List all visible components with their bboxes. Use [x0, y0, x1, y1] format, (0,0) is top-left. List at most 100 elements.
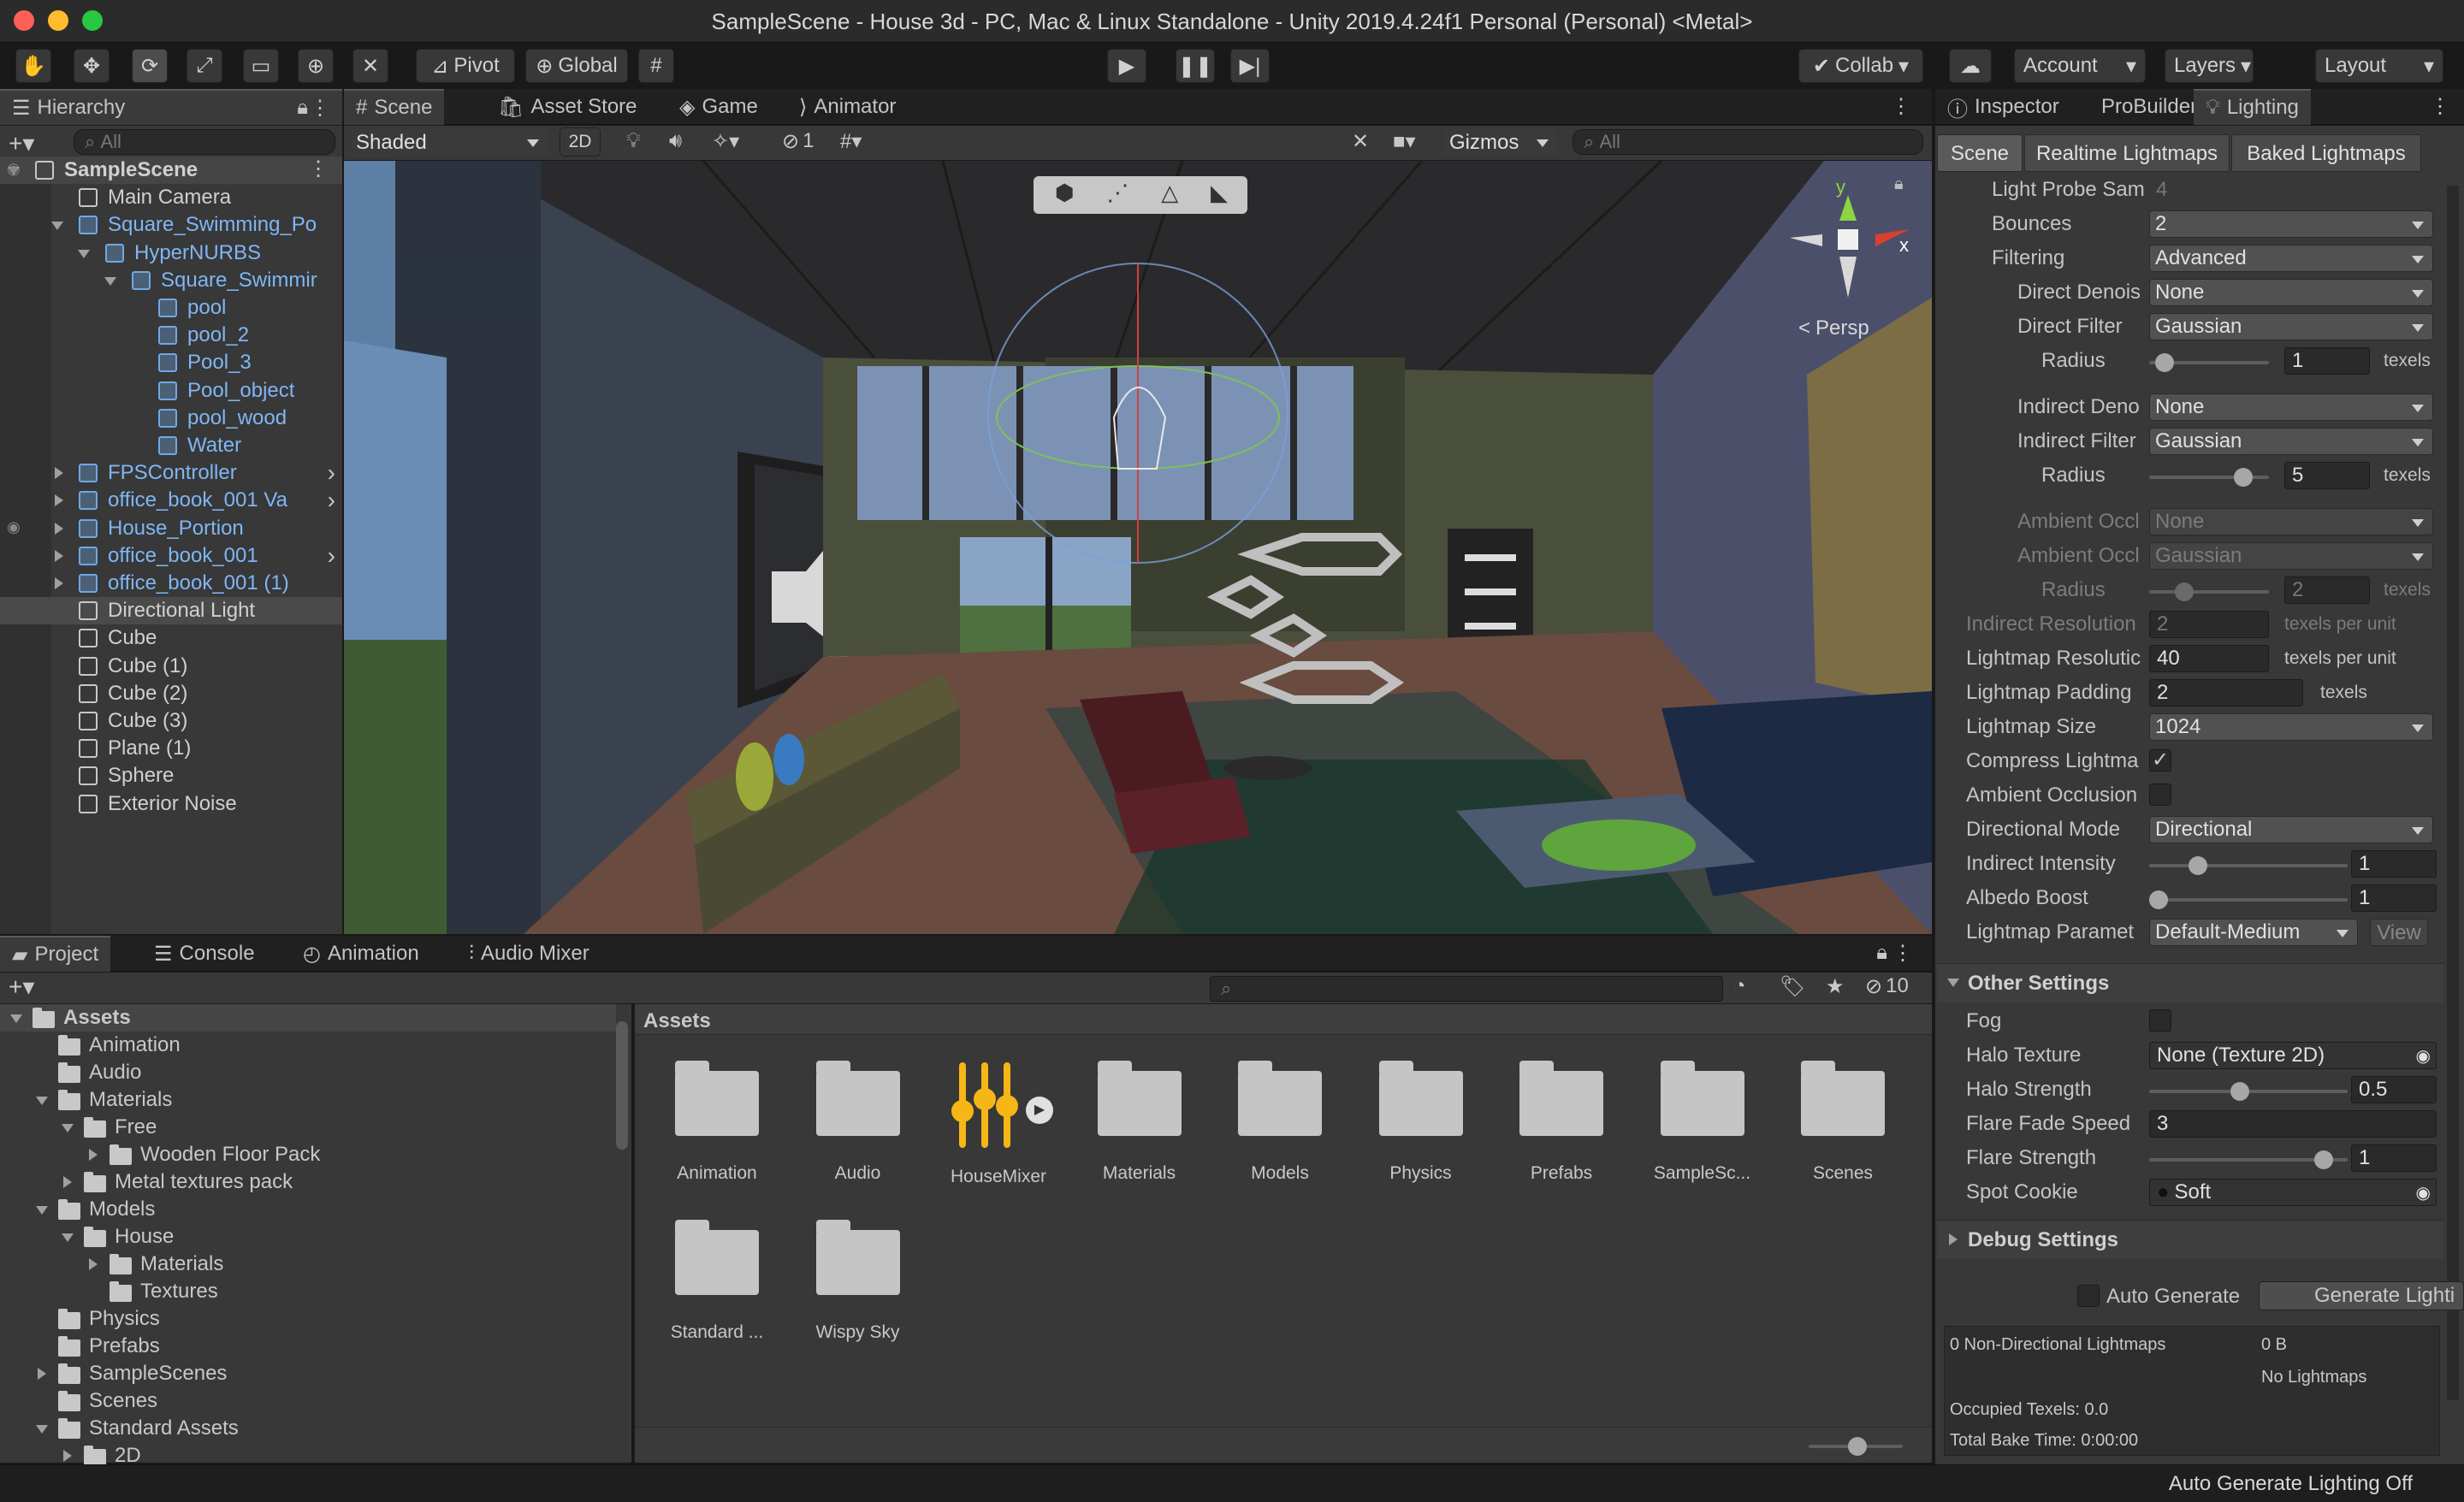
- setting-value-field[interactable]: 1: [2351, 850, 2437, 878]
- kebab-menu-icon[interactable]: ⋮: [310, 96, 330, 121]
- collapse-arrow-icon[interactable]: [38, 1368, 46, 1380]
- effects-toggle-icon[interactable]: ✧▾: [712, 129, 739, 154]
- asset-item[interactable]: Prefabs: [1502, 1061, 1621, 1184]
- expand-arrow-icon[interactable]: [104, 276, 116, 286]
- cloud-button[interactable]: ☁: [1949, 49, 1992, 83]
- subtab-baked-lightmaps[interactable]: Baked Lightmaps: [2231, 134, 2421, 172]
- collapse-arrow-icon[interactable]: [63, 1450, 72, 1462]
- rotate-tool-button[interactable]: ⟳: [132, 49, 168, 83]
- create-asset-button[interactable]: +▾: [9, 973, 34, 1001]
- folder-tree-item[interactable]: Free: [0, 1114, 616, 1141]
- hierarchy-item[interactable]: Square_Swimmir: [0, 267, 342, 294]
- folder-tree-item[interactable]: Textures: [0, 1278, 616, 1305]
- fog-checkbox[interactable]: [2149, 1009, 2171, 1032]
- kebab-menu-icon[interactable]: ⋮: [2430, 94, 2450, 119]
- audio-toggle-icon[interactable]: 🔊︎: [669, 129, 682, 153]
- setting-slider[interactable]: [2149, 582, 2269, 601]
- hierarchy-item[interactable]: pool_2: [0, 322, 342, 349]
- tab-game[interactable]: ◈ Game: [667, 89, 770, 125]
- folder-tree-item[interactable]: Prefabs: [0, 1333, 616, 1360]
- play-button[interactable]: ▶: [1107, 49, 1146, 83]
- setting-checkbox[interactable]: ✓: [2149, 749, 2171, 772]
- account-dropdown[interactable]: Account ▾: [2014, 49, 2146, 83]
- setting-dropdown[interactable]: None: [2149, 279, 2433, 306]
- hierarchy-item[interactable]: Water: [0, 432, 342, 459]
- tab-probuilder[interactable]: ProBuilder: [2089, 89, 2209, 125]
- hierarchy-search-input[interactable]: ⌕ All: [74, 129, 335, 155]
- folder-tree-item[interactable]: Models: [0, 1196, 616, 1223]
- hierarchy-item[interactable]: office_book_001 (1): [0, 570, 342, 597]
- hierarchy-item[interactable]: Cube (2): [0, 680, 342, 707]
- folder-tree-item[interactable]: Assets: [0, 1004, 616, 1032]
- folder-tree-item[interactable]: SampleScenes: [0, 1360, 616, 1387]
- expand-arrow-icon[interactable]: [51, 222, 63, 231]
- hierarchy-item[interactable]: SampleScene ⋮: [0, 157, 342, 184]
- tab-animation[interactable]: ◴ Animation: [291, 936, 431, 972]
- camera-dropdown-icon[interactable]: ■▾: [1393, 129, 1416, 154]
- slider-knob[interactable]: [2174, 582, 2194, 601]
- rect-tool-button[interactable]: ▭: [243, 49, 279, 83]
- expand-arrow-icon[interactable]: [36, 1206, 48, 1215]
- setting-slider[interactable]: [2149, 856, 2348, 875]
- custom-tool-button[interactable]: ✕: [352, 49, 388, 83]
- collapse-arrow-icon[interactable]: [55, 494, 63, 507]
- slider-knob[interactable]: [2230, 1082, 2249, 1101]
- subtab-realtime-lightmaps[interactable]: Realtime Lightmaps: [2024, 134, 2230, 172]
- spot-cookie-field[interactable]: ● Soft ◉: [2149, 1179, 2437, 1206]
- folder-tree-item[interactable]: House: [0, 1223, 616, 1251]
- scene-search-input[interactable]: ⌕ All: [1573, 129, 1923, 155]
- axis-x-label[interactable]: x: [1899, 234, 1909, 257]
- hierarchy-item[interactable]: Cube: [0, 624, 342, 652]
- hand-tool-button[interactable]: ✋: [15, 49, 51, 83]
- asset-item[interactable]: Animation: [657, 1061, 777, 1184]
- tab-console[interactable]: ☰ Console: [142, 936, 267, 972]
- hidden-packages-toggle[interactable]: ⊘ 10: [1865, 974, 1909, 999]
- chevron-right-icon[interactable]: ›: [328, 459, 335, 487]
- slider-knob[interactable]: [2234, 468, 2254, 487]
- shading-mode-dropdown[interactable]: Shaded: [351, 129, 548, 157]
- setting-value-field[interactable]: 2: [2284, 577, 2370, 604]
- hierarchy-item[interactable]: Exterior Noise: [0, 790, 342, 818]
- hierarchy-item[interactable]: Plane (1): [0, 735, 342, 762]
- filter-by-label-icon[interactable]: 🏷︎: [1780, 974, 1805, 999]
- hierarchy-item[interactable]: Cube (1): [0, 653, 342, 680]
- hierarchy-item[interactable]: HyperNURBS: [0, 239, 342, 267]
- folder-tree-item[interactable]: Scenes: [0, 1387, 616, 1415]
- chevron-right-icon[interactable]: ›: [328, 542, 335, 570]
- hierarchy-item[interactable]: Directional Light: [0, 597, 342, 625]
- subtab-scene[interactable]: Scene: [1937, 134, 2023, 172]
- asset-item[interactable]: Materials: [1080, 1061, 1199, 1184]
- setting-value-field[interactable]: 1: [2351, 884, 2437, 912]
- generate-lighting-button[interactable]: Generate Lighti: [2259, 1281, 2464, 1310]
- setting-dropdown[interactable]: Default-Medium: [2149, 919, 2358, 946]
- view-button[interactable]: View: [2370, 919, 2428, 946]
- kebab-menu-icon[interactable]: ⋮: [308, 157, 329, 181]
- folder-tree-item[interactable]: Standard Assets: [0, 1415, 616, 1442]
- kebab-menu-icon[interactable]: ⋮: [1891, 94, 1911, 119]
- object-picker-icon[interactable]: ◉: [2416, 1182, 2431, 1203]
- global-toggle[interactable]: ⊕ Global: [525, 49, 628, 83]
- setting-dropdown[interactable]: None: [2149, 393, 2433, 421]
- favorites-star-icon[interactable]: ★: [1826, 974, 1845, 999]
- hierarchy-item[interactable]: Sphere: [0, 762, 342, 789]
- layout-dropdown[interactable]: Layout ▾: [2315, 49, 2443, 83]
- setting-field[interactable]: 2: [2149, 611, 2269, 638]
- edge-mode-icon[interactable]: △: [1161, 180, 1178, 206]
- setting-value-field[interactable]: 0.5: [2351, 1076, 2437, 1103]
- hidden-objects-toggle[interactable]: ⊘ 1: [782, 129, 814, 154]
- 2d-toggle[interactable]: 2D: [560, 127, 601, 157]
- tree-scrollbar[interactable]: [616, 1021, 628, 1150]
- filter-by-type-icon[interactable]: ◔: [1733, 974, 1746, 998]
- lock-icon[interactable]: 🔒︎: [297, 96, 308, 120]
- add-object-button[interactable]: +▾: [9, 129, 34, 157]
- lock-icon[interactable]: 🔒︎: [1894, 174, 1904, 194]
- setting-value-field[interactable]: 5: [2284, 462, 2370, 489]
- asset-item[interactable]: Physics: [1361, 1061, 1481, 1184]
- setting-slider[interactable]: [2149, 468, 2269, 487]
- auto-generate-checkbox[interactable]: [2077, 1285, 2100, 1307]
- tools-icon[interactable]: ✕: [1352, 129, 1369, 154]
- folder-tree-item[interactable]: Wooden Floor Pack: [0, 1141, 616, 1168]
- collapse-arrow-icon[interactable]: [89, 1149, 98, 1161]
- tab-project[interactable]: ▰ Project: [0, 936, 111, 972]
- tab-inspector[interactable]: ⓘ Inspector: [1935, 89, 2071, 125]
